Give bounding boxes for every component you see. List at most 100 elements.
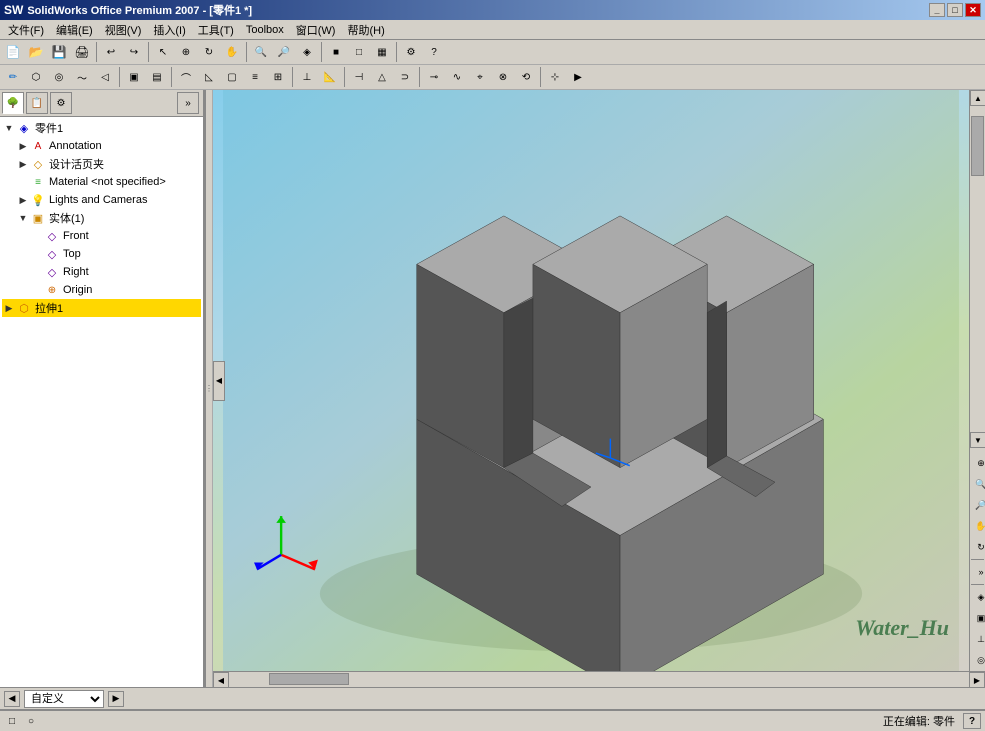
scroll-thumb-h[interactable] xyxy=(269,673,349,685)
tb-help[interactable]: ? xyxy=(423,41,445,63)
status-icon-2[interactable]: ○ xyxy=(23,713,39,729)
tb-options[interactable]: ⚙ xyxy=(400,41,422,63)
tb-measure[interactable]: 📐 xyxy=(319,66,341,88)
tb-sim[interactable]: ▶ xyxy=(567,66,589,88)
menu-insert[interactable]: 插入(I) xyxy=(147,20,191,40)
tb-shell[interactable]: ▢ xyxy=(221,66,243,88)
3d-viewport[interactable]: Water_Hu ◀ xyxy=(213,90,969,671)
scroll-down-btn[interactable]: ▼ xyxy=(970,432,985,448)
tree-item-lights[interactable]: ▶ 💡 Lights and Cameras xyxy=(2,191,201,209)
tb-new[interactable]: 📄 xyxy=(2,41,24,63)
tb-explode[interactable]: ⊹ xyxy=(544,66,566,88)
tb-open[interactable]: 📂 xyxy=(25,41,47,63)
tree-item-right[interactable]: ▶ ◇ Right xyxy=(2,263,201,281)
rtb-realview[interactable]: ◎ xyxy=(971,650,985,670)
tree-item-extrude1[interactable]: ▶ ⬡ 拉伸1 xyxy=(2,299,201,317)
expand-panel-btn[interactable]: » xyxy=(177,92,199,114)
tb-mate[interactable]: ⊥ xyxy=(296,66,318,88)
minimize-button[interactable]: _ xyxy=(929,3,945,17)
expand-annotation[interactable]: ▶ xyxy=(16,139,30,153)
rtb-pan[interactable]: ✋ xyxy=(971,516,985,536)
menu-window[interactable]: 窗口(W) xyxy=(290,20,342,40)
scroll-left-btn[interactable]: ◀ xyxy=(213,672,229,688)
tb-ref-geom[interactable]: ⊸ xyxy=(423,66,445,88)
tb-select[interactable]: ↖ xyxy=(152,41,174,63)
tb-pan[interactable]: ✋ xyxy=(221,41,243,63)
tb-redo[interactable]: ↪ xyxy=(123,41,145,63)
tab-config[interactable]: ⚙ xyxy=(50,92,72,114)
tb-wireframe[interactable]: □ xyxy=(348,41,370,63)
tab-properties[interactable]: 📋 xyxy=(26,92,48,114)
menu-tools[interactable]: 工具(T) xyxy=(192,20,240,40)
expand-design[interactable]: ▶ xyxy=(16,157,30,171)
tb-draft[interactable]: △ xyxy=(371,66,393,88)
tb-sweep[interactable]: 〜 xyxy=(71,66,93,88)
rtb-fit[interactable]: ⊕ xyxy=(971,453,985,473)
rtb-expand[interactable]: » xyxy=(971,562,985,582)
tb-extrude[interactable]: ⬡ xyxy=(25,66,47,88)
tb-wrap[interactable]: ⊗ xyxy=(492,66,514,88)
tree-item-annotation[interactable]: ▶ A Annotation xyxy=(2,137,201,155)
tree-item-root[interactable]: ▼ ◈ 零件1 xyxy=(2,119,201,137)
tb-view3d[interactable]: ◈ xyxy=(296,41,318,63)
tb-rotate[interactable]: ↻ xyxy=(198,41,220,63)
tb-print[interactable]: 🖨 xyxy=(71,41,93,63)
bottom-prev-btn[interactable]: ◀ xyxy=(4,691,20,707)
expand-solid[interactable]: ▼ xyxy=(16,211,30,225)
menu-file[interactable]: 文件(F) xyxy=(2,20,50,40)
tb-loft[interactable]: ◁ xyxy=(94,66,116,88)
tb-mirror[interactable]: ⊣ xyxy=(348,66,370,88)
close-button[interactable]: ✕ xyxy=(965,3,981,17)
menu-edit[interactable]: 编辑(E) xyxy=(50,20,99,40)
tree-item-solid[interactable]: ▼ ▣ 实体(1) xyxy=(2,209,201,227)
tb-curves[interactable]: ∿ xyxy=(446,66,468,88)
tree-item-front[interactable]: ▶ ◇ Front xyxy=(2,227,201,245)
tb-chamfer[interactable]: ◺ xyxy=(198,66,220,88)
tb-save[interactable]: 💾 xyxy=(48,41,70,63)
scroll-thumb-v[interactable] xyxy=(971,116,984,176)
menu-view[interactable]: 视图(V) xyxy=(99,20,148,40)
menu-toolbox[interactable]: Toolbox xyxy=(240,22,290,38)
tb-undo[interactable]: ↩ xyxy=(100,41,122,63)
tb-fillet[interactable]: ⌒ xyxy=(175,66,197,88)
rtb-section[interactable]: ⊥ xyxy=(971,629,985,649)
rtb-rotate[interactable]: ↻ xyxy=(971,537,985,557)
expand-root[interactable]: ▼ xyxy=(2,121,16,135)
rtb-zoomout[interactable]: 🔎 xyxy=(971,495,985,515)
tb-move[interactable]: ⟲ xyxy=(515,66,537,88)
tb-zoom-in[interactable]: 🔍 xyxy=(250,41,272,63)
tb-pattern[interactable]: ⊞ xyxy=(267,66,289,88)
tb-cut-ex[interactable]: ▣ xyxy=(123,66,145,88)
scroll-up-btn[interactable]: ▲ xyxy=(970,90,985,106)
rtb-zoomin[interactable]: 🔍 xyxy=(971,474,985,494)
bottom-next-btn[interactable]: ▶ xyxy=(108,691,124,707)
expand-extrude1[interactable]: ▶ xyxy=(2,301,16,315)
tb-shaded[interactable]: ■ xyxy=(325,41,347,63)
rtb-3d[interactable]: ◈ xyxy=(971,587,985,607)
expand-lights[interactable]: ▶ xyxy=(16,193,30,207)
scroll-right-btn[interactable]: ▶ xyxy=(969,672,985,688)
tree-item-top[interactable]: ▶ ◇ Top xyxy=(2,245,201,263)
tb-zoom-out[interactable]: 🔎 xyxy=(273,41,295,63)
tb-hidden[interactable]: ▦ xyxy=(371,41,393,63)
status-icon-1[interactable]: □ xyxy=(4,713,20,729)
tb-cut-rev[interactable]: ▤ xyxy=(146,66,168,88)
tab-tree[interactable]: 🌳 xyxy=(2,92,24,114)
tree-label-origin: Origin xyxy=(63,284,92,296)
maximize-button[interactable]: □ xyxy=(947,3,963,17)
menu-help[interactable]: 帮助(H) xyxy=(341,20,390,40)
tb-weld[interactable]: ⌖ xyxy=(469,66,491,88)
panel-resize-handle[interactable]: ⋮ xyxy=(205,90,213,687)
tb-rib[interactable]: ≡ xyxy=(244,66,266,88)
tree-item-design[interactable]: ▶ ◇ 设计活页夹 xyxy=(2,155,201,173)
rtb-view[interactable]: ▣ xyxy=(971,608,985,628)
viewport-collapse-left[interactable]: ◀ xyxy=(213,361,225,401)
tb-sketch[interactable]: ✏ xyxy=(2,66,24,88)
tree-item-material[interactable]: ▶ ≡ Material <not specified> xyxy=(2,173,201,191)
help-button[interactable]: ? xyxy=(963,713,981,729)
tb-revolve[interactable]: ◎ xyxy=(48,66,70,88)
view-selector[interactable]: 自定义 标准 xyxy=(24,690,104,708)
tree-item-origin[interactable]: ▶ ⊕ Origin xyxy=(2,281,201,299)
tb-offset[interactable]: ⊃ xyxy=(394,66,416,88)
tb-zoom-fit[interactable]: ⊕ xyxy=(175,41,197,63)
